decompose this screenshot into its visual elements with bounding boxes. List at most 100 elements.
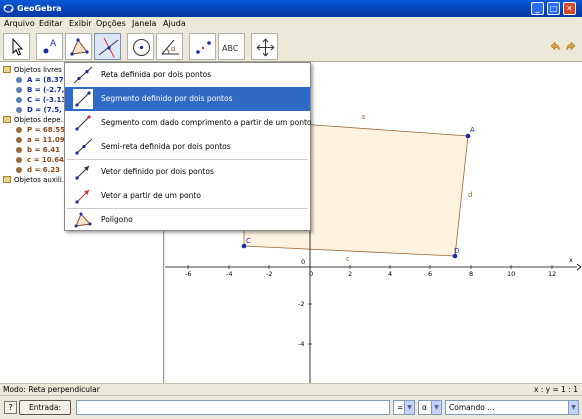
close-button[interactable]: ✕ — [563, 2, 576, 15]
segment-label-c: c — [346, 255, 350, 263]
x-tick-label: -2 — [266, 270, 272, 278]
circle-tool-button[interactable] — [127, 33, 154, 60]
perpendicular-tool-button[interactable] — [65, 33, 92, 60]
move-cross-icon — [256, 38, 275, 57]
y-tick-label: -2 — [298, 300, 304, 308]
menu-item-line-two-points[interactable]: Reta definida por dois pontos — [65, 63, 310, 87]
folder-icon — [3, 66, 11, 73]
menu-item-label: Semi-reta definida por dois pontos — [101, 142, 231, 151]
help-button[interactable]: ? — [4, 401, 17, 414]
perpendicular-line-icon — [98, 37, 119, 58]
x-tick-label: -6 — [185, 270, 191, 278]
status-bar: Modo: Reta perpendicular x : y = 1 : 1 — [0, 383, 582, 395]
point-label-a: A — [470, 126, 475, 134]
svg-text:ABC: ABC — [222, 44, 239, 53]
angle-icon: α — [161, 39, 179, 55]
move-tool-button[interactable] — [3, 33, 30, 60]
menu-item-polygon[interactable]: Polígono — [65, 208, 310, 232]
visibility-bullet-icon[interactable] — [16, 107, 22, 113]
menu-bar: Arquivo Editar Exibir Opções Janela Ajud… — [0, 17, 582, 30]
title-bar: GeoGebra _ □ ✕ — [0, 0, 582, 17]
algebra-value: b = 6.41 — [27, 146, 61, 154]
x-tick-label: 6 — [428, 270, 432, 278]
maximize-button[interactable]: □ — [547, 2, 560, 15]
menu-item-vector[interactable]: Vetor definido por dois pontos — [65, 160, 310, 184]
translate-view-tool-button[interactable] — [251, 33, 278, 60]
folder-icon — [3, 116, 11, 123]
greek-select-value: α — [422, 403, 427, 412]
segment-length-icon — [75, 115, 91, 131]
line-tool-button[interactable] — [94, 33, 121, 60]
visibility-bullet-icon[interactable] — [16, 127, 22, 133]
reflect-tool-button[interactable] — [189, 33, 216, 60]
menu-exibir[interactable]: Exibir — [69, 17, 92, 30]
line-tools-dropdown: Reta definida por dois pontos Segmento d… — [64, 62, 312, 232]
x-axis-label: x — [569, 256, 573, 264]
vector-icon — [75, 165, 90, 180]
redo-icon[interactable] — [565, 40, 577, 52]
x-tick-label: 0 — [309, 270, 313, 278]
menu-item-ray[interactable]: Semi-reta definida por dois pontos — [65, 135, 310, 159]
visibility-bullet-icon[interactable] — [16, 77, 22, 83]
minimize-button[interactable]: _ — [531, 2, 544, 15]
reflect-icon — [196, 41, 211, 54]
arrow-cursor-icon — [12, 37, 24, 56]
folder-label: Objetos auxili… — [14, 176, 69, 184]
visibility-bullet-icon[interactable] — [16, 147, 22, 153]
chevron-down-icon[interactable]: ▼ — [404, 401, 414, 414]
algebra-value: c = 10.64 — [27, 156, 65, 164]
menu-item-segment-fixed-length[interactable]: Segmento com dado comprimento a partir d… — [65, 111, 312, 135]
circle-icon — [133, 39, 150, 56]
axis-ratio: x : y = 1 : 1 — [533, 385, 578, 394]
x-tick-label: 4 — [388, 270, 392, 278]
x-tick-label: 2 — [348, 270, 352, 278]
window-title: GeoGebra — [17, 4, 62, 13]
visibility-bullet-icon[interactable] — [16, 97, 22, 103]
point-label-d: D — [454, 247, 459, 255]
new-point-tool-button[interactable]: A — [36, 33, 63, 60]
menu-janela[interactable]: Janela — [132, 17, 156, 30]
angle-tool-button[interactable]: α — [156, 33, 183, 60]
x-tick-label: 8 — [469, 270, 473, 278]
menu-ajuda[interactable]: Ajuda — [163, 17, 186, 30]
command-select-value: Comando ... — [449, 403, 495, 412]
greek-select[interactable]: α ▼ — [418, 400, 442, 415]
geogebra-logo-icon — [3, 4, 14, 13]
algebra-value: a = 11.09 — [27, 136, 65, 144]
menu-item-segment-two-points[interactable]: Segmento definido por dois pontos — [65, 87, 310, 111]
menu-item-label: Polígono — [101, 215, 133, 224]
menu-arquivo[interactable]: Arquivo — [4, 17, 35, 30]
menu-opcoes[interactable]: Opções — [96, 17, 126, 30]
chevron-down-icon[interactable]: ▼ — [568, 401, 578, 414]
text-tool-button[interactable]: ABC — [218, 33, 245, 60]
y-tick-label: 0 — [301, 258, 305, 266]
menu-item-label: Segmento definido por dois pontos — [101, 94, 233, 103]
visibility-bullet-icon[interactable] — [16, 167, 22, 173]
point-a[interactable] — [465, 133, 471, 139]
svg-text:A: A — [50, 39, 57, 49]
visibility-bullet-icon[interactable] — [16, 137, 22, 143]
triangle-icon — [70, 38, 89, 56]
algebra-value: P = 68.55 — [27, 126, 66, 134]
command-select[interactable]: Comando ... ▼ — [445, 400, 579, 415]
x-tick-label: 12 — [548, 270, 556, 278]
input-label-button[interactable]: Entrada: — [19, 400, 71, 415]
polygon-icon — [74, 212, 92, 228]
ray-icon — [75, 138, 93, 155]
visibility-bullet-icon[interactable] — [16, 87, 22, 93]
svg-text:α: α — [171, 45, 176, 53]
command-input[interactable] — [76, 400, 390, 415]
menu-item-label: Vetor definido por dois pontos — [101, 167, 214, 176]
x-tick-label: 10 — [507, 270, 515, 278]
undo-icon[interactable] — [549, 40, 561, 52]
line-icon — [73, 66, 93, 84]
vector-from-point-icon — [75, 189, 90, 204]
menu-editar[interactable]: Editar — [39, 17, 63, 30]
symbol-select[interactable]: = ▼ — [393, 400, 415, 415]
chevron-down-icon[interactable]: ▼ — [431, 401, 441, 414]
menu-item-vector-from-point[interactable]: Vetor a partir de um ponto — [65, 184, 310, 208]
segment-label-d: d — [468, 191, 472, 199]
text-icon: ABC — [222, 44, 239, 53]
visibility-bullet-icon[interactable] — [16, 157, 22, 163]
folder-icon — [3, 176, 11, 183]
